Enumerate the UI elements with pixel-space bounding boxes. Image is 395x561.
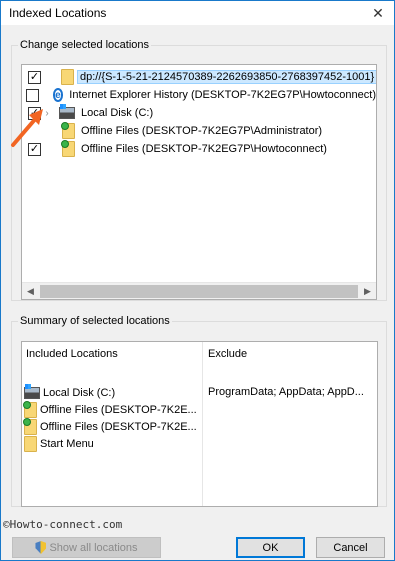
scroll-left-icon[interactable]: ◀: [22, 283, 39, 300]
show-all-locations-button[interactable]: Show all locations: [12, 537, 161, 558]
folder-icon: [24, 435, 37, 452]
change-locations-group: Change selected locations ✓ dp://{S-1-5-…: [11, 39, 387, 301]
window-title: Indexed Locations: [9, 6, 107, 20]
exclude-header: Exclude: [208, 348, 248, 360]
tree-item-label: dp://{S-1-5-21-2124570389-2262693850-276…: [76, 70, 376, 84]
offline-files-icon: [61, 122, 75, 139]
title-bar: Indexed Locations ✕: [1, 1, 394, 25]
list-item: Offline Files (DESKTOP-7K2E...: [23, 400, 197, 418]
tree-item-local-disk[interactable]: ✓ › Local Disk (C:): [22, 104, 376, 122]
close-icon[interactable]: ✕: [366, 3, 390, 23]
annotation-arrow-icon: [11, 109, 43, 147]
local-disk-icon: [24, 383, 40, 399]
indexed-locations-dialog: Indexed Locations ✕ Change selected loca…: [0, 0, 395, 561]
local-disk-icon: [59, 104, 75, 119]
offline-files-icon: [23, 400, 37, 418]
summary-group: Summary of selected locations Included L…: [11, 315, 387, 507]
tree-item-ie-history[interactable]: e Internet Explorer History (DESKTOP-7K2…: [22, 86, 376, 104]
tree-item-label: Offline Files (DESKTOP-7K2EG7P\Howtoconn…: [81, 143, 327, 155]
uac-shield-icon: [35, 541, 47, 554]
change-locations-legend: Change selected locations: [20, 39, 150, 51]
summary-list: Included Locations Exclude Local Disk (C…: [21, 341, 378, 507]
exclude-value: ProgramData; AppData; AppD...: [208, 386, 364, 398]
included-item-label: Start Menu: [40, 437, 94, 450]
included-item-label: Local Disk (C:): [43, 386, 116, 399]
list-item: Local Disk (C:): [24, 383, 116, 401]
show-all-locations-label: Show all locations: [49, 541, 138, 554]
internet-explorer-icon: e: [52, 88, 64, 102]
tree-item-offline-admin[interactable]: Offline Files (DESKTOP-7K2EG7P\Administr…: [22, 122, 376, 140]
included-locations-header: Included Locations: [26, 348, 118, 360]
summary-legend: Summary of selected locations: [20, 315, 170, 327]
list-item: Offline Files (DESKTOP-7K2E...: [23, 417, 197, 435]
included-item-label: Offline Files (DESKTOP-7K2E...: [40, 403, 197, 416]
watermark: ©Howto-connect.com: [3, 518, 123, 531]
tree-item-label: Offline Files (DESKTOP-7K2EG7P\Administr…: [81, 125, 323, 137]
offline-files-icon: [61, 140, 75, 157]
column-divider: [202, 342, 203, 506]
list-item: Start Menu: [24, 435, 94, 452]
ok-button[interactable]: OK: [236, 537, 305, 558]
locations-tree[interactable]: ✓ dp://{S-1-5-21-2124570389-2262693850-2…: [21, 64, 377, 300]
horizontal-scrollbar[interactable]: ◀ ▶: [22, 282, 376, 299]
tree-item-checkbox[interactable]: ✓: [28, 70, 41, 84]
included-item-label: Offline Files (DESKTOP-7K2E...: [40, 420, 197, 433]
tree-item-label: Local Disk (C:): [81, 107, 154, 119]
tree-item-label: Internet Explorer History (DESKTOP-7K2EG…: [69, 89, 376, 101]
cancel-button[interactable]: Cancel: [316, 537, 385, 558]
scroll-right-icon[interactable]: ▶: [359, 283, 376, 300]
scrollbar-thumb[interactable]: [40, 284, 358, 298]
tree-item-dp[interactable]: ✓ dp://{S-1-5-21-2124570389-2262693850-2…: [22, 68, 376, 86]
folder-icon: [61, 69, 74, 85]
offline-files-icon: [23, 417, 37, 435]
tree-item-offline-howtoconnect[interactable]: ✓ Offline Files (DESKTOP-7K2EG7P\Howtoco…: [22, 140, 376, 158]
